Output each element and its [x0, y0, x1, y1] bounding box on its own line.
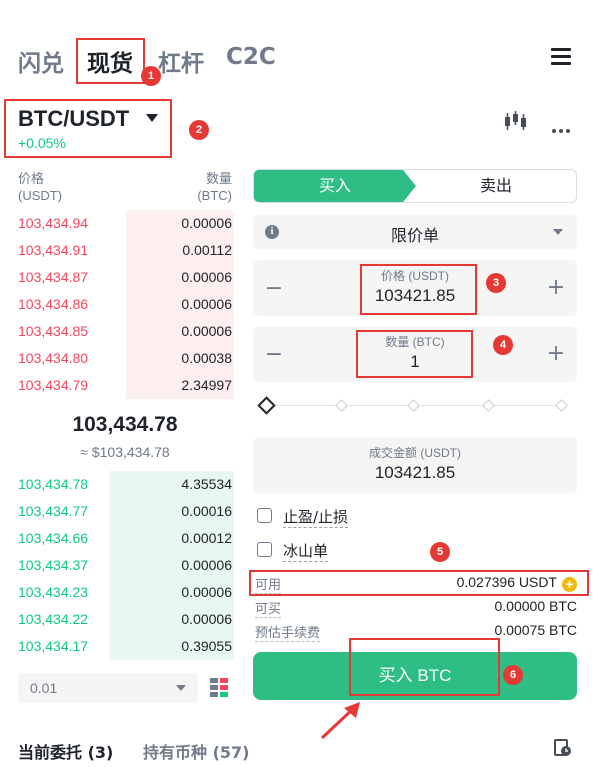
ask-row[interactable]: 103,434.91 0.00112 [18, 237, 234, 264]
plus-icon[interactable]: + [545, 275, 567, 300]
bid-row[interactable]: 103,434.78 4.35534 [18, 471, 234, 498]
more-icon[interactable] [552, 118, 573, 137]
bid-row[interactable]: 103,434.66 0.00012 [18, 525, 234, 552]
chevron-down-icon [553, 229, 563, 235]
order-price: 103,434.77 [18, 503, 89, 519]
ask-row[interactable]: 103,434.80 0.00038 [18, 345, 234, 372]
bid-row[interactable]: 103,434.23 0.00006 [18, 579, 234, 606]
order-qty: 0.00006 [181, 611, 232, 627]
order-qty: 2.34997 [181, 377, 232, 393]
qty-header: 数量 (BTC) [197, 171, 232, 203]
step-badge: 2 [189, 120, 209, 140]
order-qty: 0.00006 [181, 215, 232, 231]
amount-slider[interactable] [257, 396, 568, 416]
chevron-down-icon [176, 685, 186, 691]
book-layout-icon[interactable] [210, 678, 230, 698]
order-price: 103,434.66 [18, 530, 89, 546]
order-history-icon[interactable] [554, 739, 572, 757]
bid-row[interactable]: 103,434.17 0.39055 [18, 633, 234, 660]
order-qty: 0.00012 [181, 530, 232, 546]
arrow-pointer-icon [320, 702, 360, 740]
order-price: 103,434.91 [18, 242, 89, 258]
last-price-usd: ≈ $103,434.78 [80, 444, 170, 460]
order-qty: 0.00006 [181, 584, 232, 600]
ask-row[interactable]: 103,434.87 0.00006 [18, 264, 234, 291]
bid-row[interactable]: 103,434.77 0.00016 [18, 498, 234, 525]
step-badge: 4 [493, 335, 513, 355]
order-qty: 4.35534 [181, 476, 232, 492]
ask-row[interactable]: 103,434.94 0.00006 [18, 210, 234, 237]
highlight-box [4, 99, 172, 158]
order-price: 103,434.17 [18, 638, 89, 654]
tab-sell[interactable]: 卖出 [416, 170, 576, 202]
order-qty: 0.00006 [181, 269, 232, 285]
order-price: 103,434.37 [18, 557, 89, 573]
order-type-select[interactable]: i 限价单 [253, 215, 577, 249]
order-price: 103,434.80 [18, 350, 89, 366]
step-badge: 6 [503, 665, 523, 685]
highlight-box [76, 38, 145, 84]
step-badge: 3 [486, 273, 506, 293]
highlight-box [349, 638, 500, 696]
order-qty: 0.00006 [181, 557, 232, 573]
order-price: 103,434.86 [18, 296, 89, 312]
ask-row[interactable]: 103,434.86 0.00006 [18, 291, 234, 318]
step-badge: 5 [430, 542, 450, 562]
depth-select[interactable]: 0.01 [18, 673, 198, 703]
ask-row[interactable]: 103,434.79 2.34997 [18, 372, 234, 399]
order-price: 103,434.78 [18, 476, 89, 492]
candlestick-chart-icon[interactable] [503, 111, 527, 131]
order-price: 103,434.22 [18, 611, 89, 627]
highlight-box [356, 330, 473, 378]
price-header: 价格 (USDT) [18, 171, 63, 203]
order-qty: 0.00006 [181, 323, 232, 339]
highlight-box [249, 570, 589, 596]
step-badge: 1 [141, 66, 161, 86]
order-price: 103,434.94 [18, 215, 89, 231]
tab-margin[interactable]: 杠杆 [158, 44, 204, 78]
order-qty: 0.00016 [181, 503, 232, 519]
tab-swap[interactable]: 闪兑 [18, 44, 64, 78]
highlight-box [360, 264, 477, 315]
order-qty: 0.00112 [182, 242, 232, 258]
tab-open-orders[interactable]: 当前委托 (3) [18, 739, 113, 763]
order-price: 103,434.87 [18, 269, 89, 285]
order-price: 103,434.85 [18, 323, 89, 339]
bid-row[interactable]: 103,434.37 0.00006 [18, 552, 234, 579]
order-price: 103,434.79 [18, 377, 89, 393]
slider-handle[interactable] [257, 396, 276, 415]
total-field[interactable]: 成交金额 (USDT) 103421.85 [253, 437, 577, 493]
order-qty: 0.00006 [181, 296, 232, 312]
bid-row[interactable]: 103,434.22 0.00006 [18, 606, 234, 633]
plus-icon[interactable]: + [545, 341, 567, 366]
order-price: 103,434.23 [18, 584, 89, 600]
tab-holdings[interactable]: 持有币种 (57) [143, 739, 249, 763]
tab-c2c[interactable]: C2C [226, 44, 276, 70]
buy-sell-toggle: 买入 卖出 [253, 169, 577, 203]
ask-row[interactable]: 103,434.85 0.00006 [18, 318, 234, 345]
order-qty: 0.39055 [181, 638, 232, 654]
menu-icon[interactable] [551, 48, 571, 68]
last-price: 103,434.78 [72, 413, 178, 436]
order-qty: 0.00038 [181, 350, 232, 366]
tab-buy[interactable]: 买入 [254, 170, 416, 202]
